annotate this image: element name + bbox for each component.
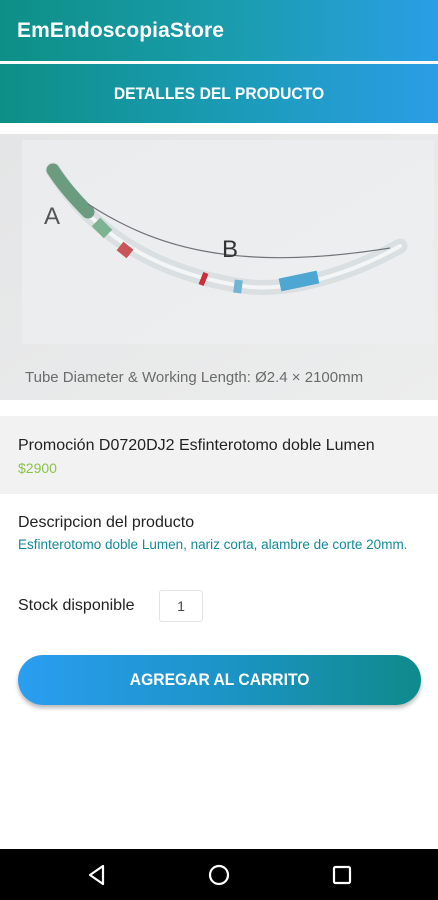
stock-quantity-field[interactable]: 1 [159, 590, 203, 622]
product-image: A B Tube Diameter & Working Length: Ø2.4… [0, 134, 438, 400]
stock-label: Stock disponible [18, 597, 135, 614]
product-name: Promoción D0720DJ2 Esfinterotomo doble L… [18, 437, 375, 454]
image-label-b: B [222, 236, 238, 263]
home-icon[interactable] [206, 862, 232, 888]
app-bar: EmEndoscopiaStore [0, 0, 438, 61]
image-label-a: A [44, 203, 60, 230]
back-icon[interactable] [84, 862, 110, 888]
image-caption: Tube Diameter & Working Length: Ø2.4 × 2… [25, 369, 363, 386]
description-label: Descripcion del producto [18, 514, 195, 531]
system-navigation-bar [0, 849, 438, 900]
product-price: $2900 [18, 460, 57, 476]
description-text: Esfinterotomo doble Lumen, nariz corta, … [18, 537, 408, 552]
page-header: DETALLES DEL PRODUCTO [0, 64, 438, 123]
add-to-cart-label: AGREGAR AL CARRITO [129, 670, 310, 689]
page-title: DETALLES DEL PRODUCTO [113, 84, 325, 103]
recents-icon[interactable] [329, 862, 355, 888]
add-to-cart-button[interactable]: AGREGAR AL CARRITO [18, 655, 421, 705]
product-summary: Promoción D0720DJ2 Esfinterotomo doble L… [0, 416, 438, 494]
app-title: EmEndoscopiaStore [17, 19, 225, 42]
